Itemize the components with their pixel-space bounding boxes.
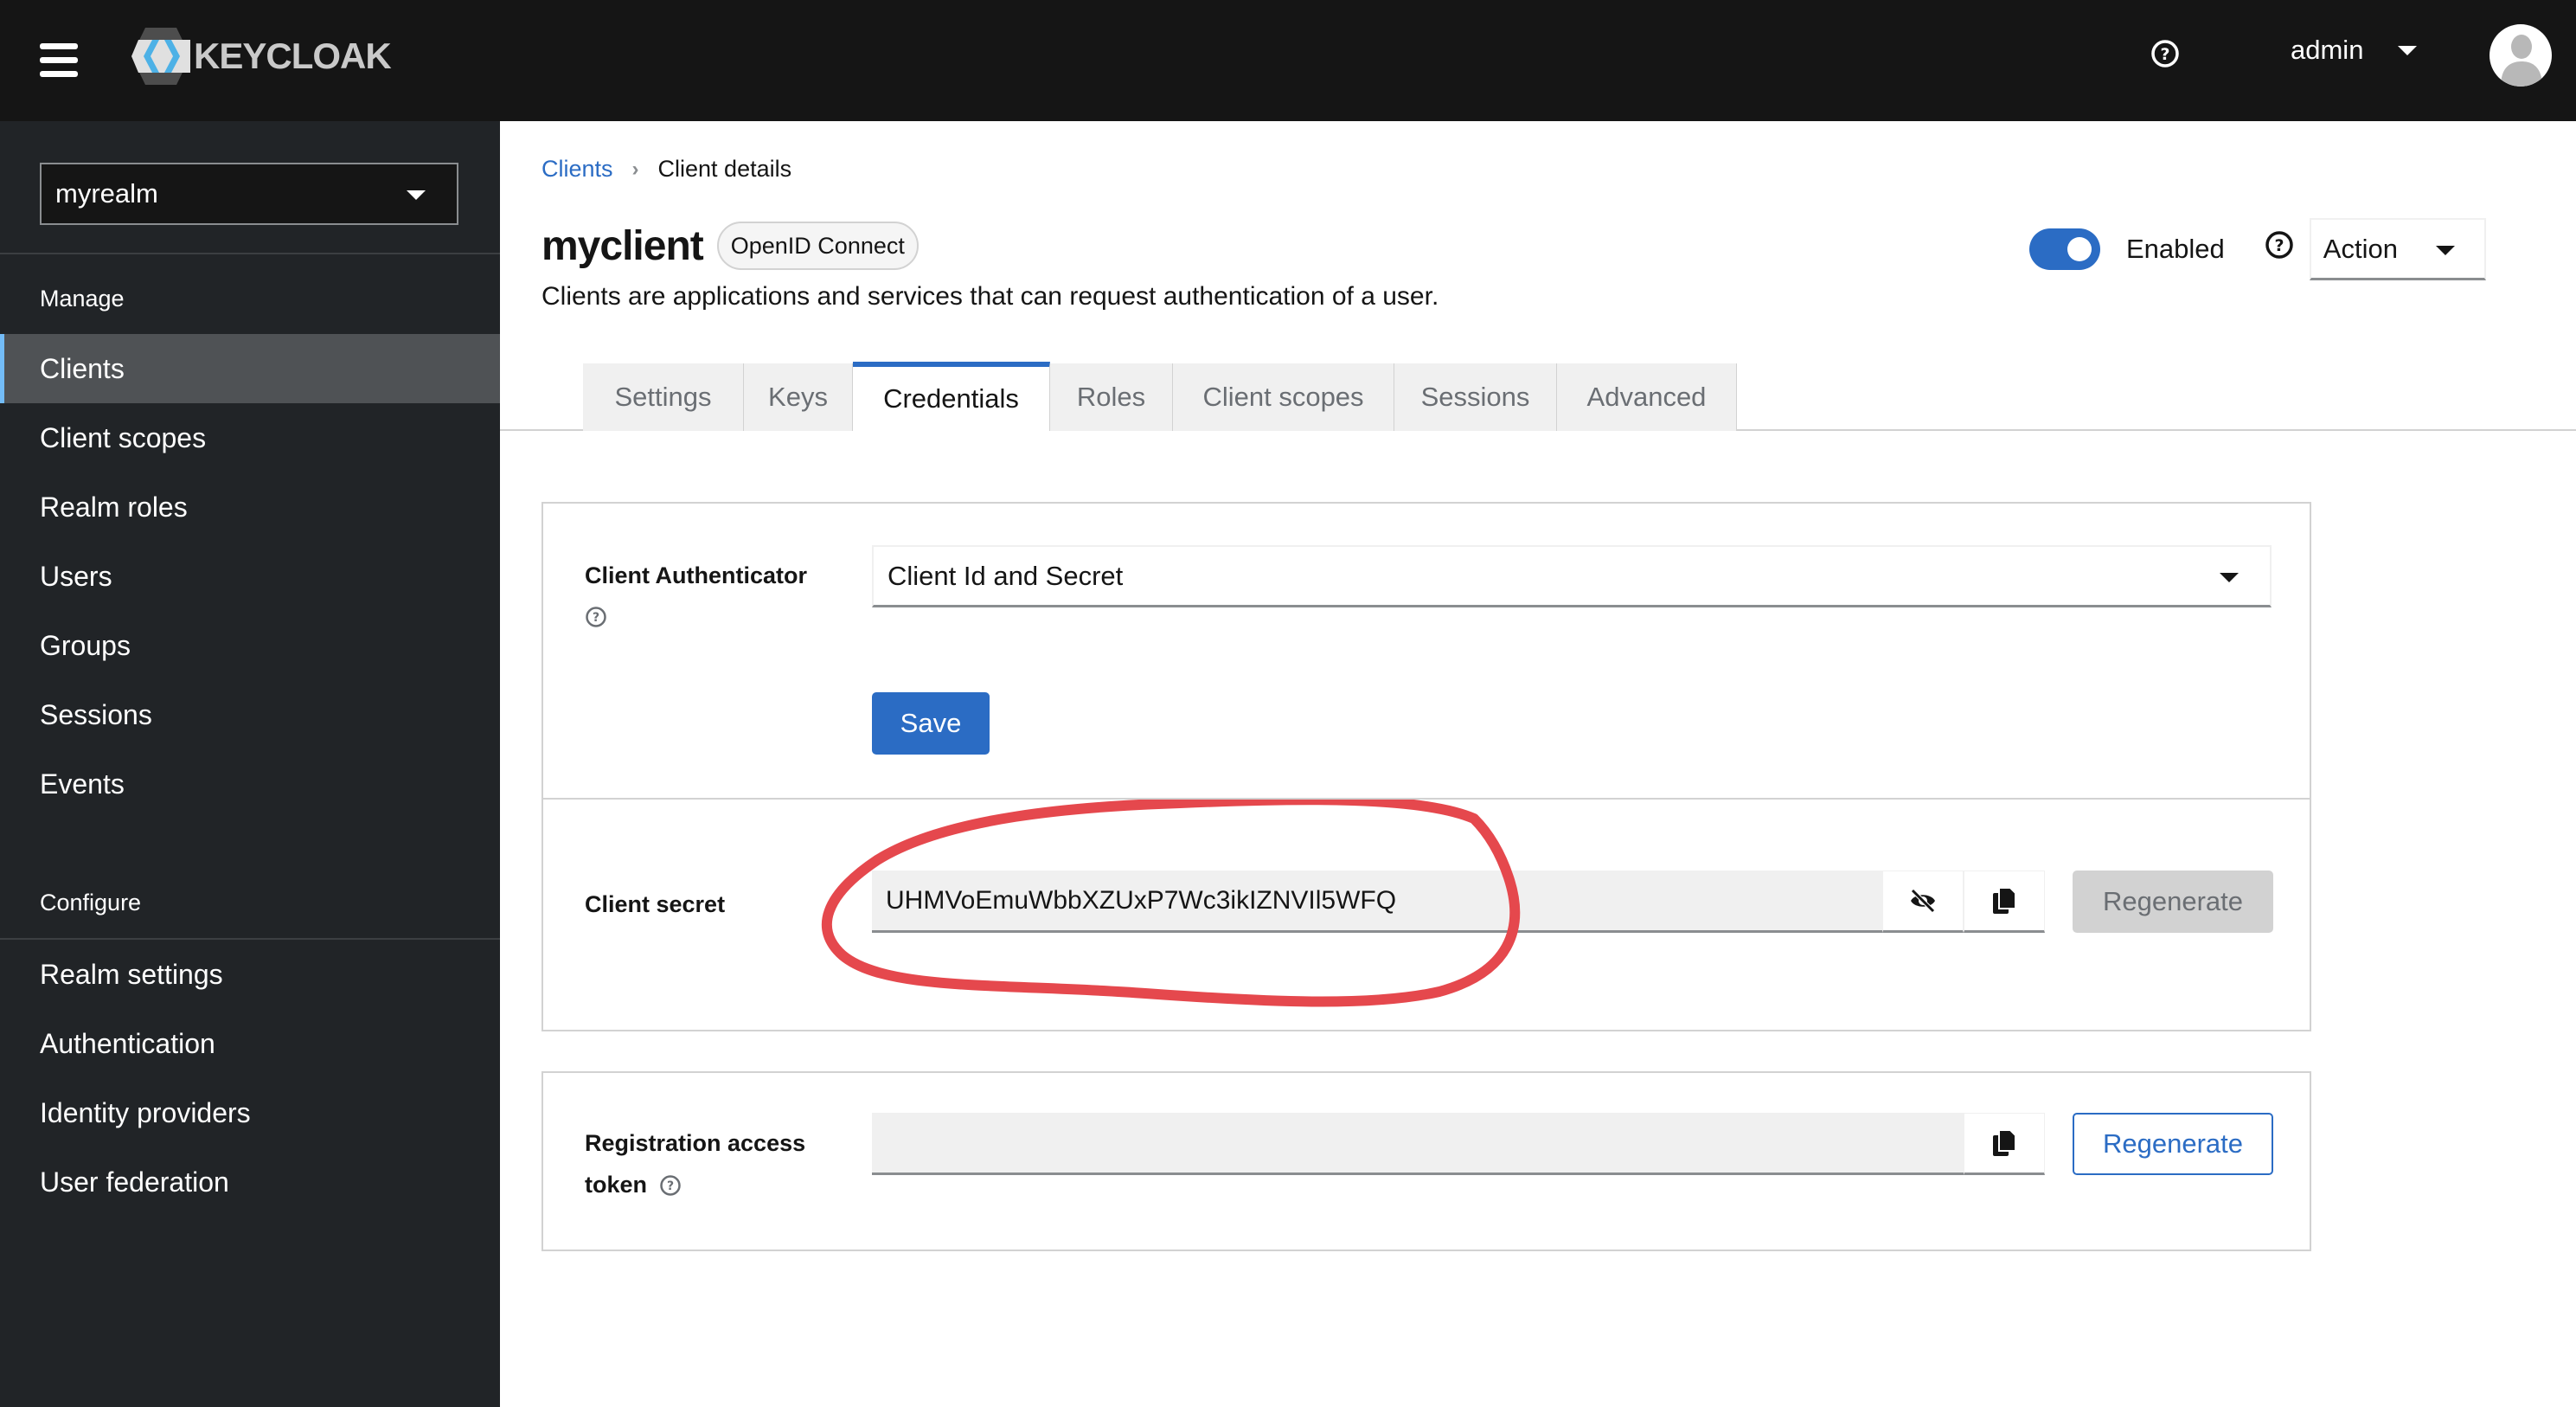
tab-roles[interactable]: Roles: [1050, 363, 1173, 431]
user-avatar-icon: [2501, 35, 2542, 87]
tab-sessions[interactable]: Sessions: [1394, 363, 1557, 431]
sidebar-item-user-federation[interactable]: User federation: [0, 1147, 500, 1217]
help-icon[interactable]: ?: [659, 1174, 682, 1197]
page-subtitle: Clients are applications and services th…: [541, 282, 1439, 311]
eye-slash-icon: [1911, 889, 1935, 913]
client-secret-label: Client secret: [585, 891, 726, 917]
breadcrumb-current: Client details: [657, 156, 792, 182]
registration-token-label: Registration access: [585, 1130, 806, 1156]
keycloak-logo-icon: [131, 28, 190, 85]
svg-text:?: ?: [667, 1179, 674, 1193]
regenerate-token-button[interactable]: Regenerate: [2073, 1113, 2273, 1175]
sidebar: myrealm Manage Clients Client scopes Rea…: [0, 121, 500, 1407]
sidebar-item-identity-providers[interactable]: Identity providers: [0, 1078, 500, 1147]
brand-name: KEYCLOAK: [194, 35, 392, 76]
header-actions: Enabled ? Action: [2029, 218, 2486, 280]
realm-name: myrealm: [55, 178, 158, 209]
sidebar-item-clients[interactable]: Clients: [0, 334, 500, 403]
enabled-label: Enabled: [2126, 234, 2225, 264]
save-button[interactable]: Save: [872, 692, 990, 755]
sidebar-item-realm-roles[interactable]: Realm roles: [0, 472, 500, 542]
client-secret-input[interactable]: UHMVoEmuWbbXZUxP7Wc3ikIZNVIl5WFQ: [872, 871, 1882, 933]
tab-settings[interactable]: Settings: [583, 363, 744, 431]
registration-token-label-text: token: [585, 1172, 648, 1198]
enabled-toggle[interactable]: [2029, 228, 2100, 270]
sidebar-divider: [0, 253, 500, 254]
help-icon[interactable]: ?: [2265, 230, 2294, 260]
copy-token-button[interactable]: [1964, 1113, 2045, 1175]
tab-client-scopes[interactable]: Client scopes: [1173, 363, 1394, 431]
copy-secret-button[interactable]: [1964, 871, 2045, 933]
user-name: admin: [2291, 35, 2364, 65]
help-icon[interactable]: ?: [585, 606, 607, 628]
sidebar-item-events[interactable]: Events: [0, 749, 500, 819]
user-dropdown[interactable]: admin: [2291, 35, 2418, 66]
copy-icon: [1993, 1129, 2016, 1156]
regenerate-secret-button[interactable]: Regenerate: [2073, 871, 2273, 933]
svg-text:?: ?: [593, 611, 599, 625]
chevron-down-icon: [2220, 573, 2239, 582]
main-content: Clients › Client details myclient OpenID…: [500, 121, 2576, 1407]
svg-text:?: ?: [2160, 45, 2169, 64]
help-icon[interactable]: ?: [2150, 39, 2180, 68]
copy-icon: [1993, 887, 2016, 914]
tab-advanced[interactable]: Advanced: [1557, 363, 1737, 431]
avatar[interactable]: [2489, 24, 2552, 87]
masthead: KEYCLOAK ? admin: [0, 0, 2576, 121]
client-authenticator-label: Client Authenticator: [585, 562, 808, 588]
chevron-right-icon: ›: [631, 157, 639, 181]
sidebar-item-sessions[interactable]: Sessions: [0, 680, 500, 749]
breadcrumb: Clients › Client details: [541, 156, 791, 183]
breadcrumb-clients-link[interactable]: Clients: [541, 156, 613, 183]
toggle-knob: [2067, 237, 2092, 261]
sidebar-item-client-scopes[interactable]: Client scopes: [0, 403, 500, 472]
sidebar-section-configure: Configure: [40, 890, 142, 916]
client-authenticator-select[interactable]: Client Id and Secret: [872, 545, 2272, 607]
credentials-card: Client Authenticator ? Client Id and Sec…: [541, 502, 2311, 1031]
tab-credentials[interactable]: Credentials: [853, 362, 1050, 431]
chevron-down-icon: [2435, 246, 2455, 255]
protocol-badge: OpenID Connect: [716, 222, 919, 270]
sidebar-item-authentication[interactable]: Authentication: [0, 1009, 500, 1078]
tab-bar: Settings Keys Credentials Roles Client s…: [500, 362, 2576, 431]
card-divider: [543, 798, 2310, 800]
sidebar-item-users[interactable]: Users: [0, 542, 500, 611]
page-title: myclient: [541, 222, 704, 269]
svg-text:?: ?: [2274, 236, 2284, 255]
chevron-down-icon: [2398, 45, 2418, 55]
tab-keys[interactable]: Keys: [744, 363, 853, 431]
sidebar-section-manage: Manage: [40, 286, 125, 312]
title-row: myclient OpenID Connect: [541, 222, 919, 270]
chevron-down-icon: [407, 190, 426, 200]
sidebar-item-groups[interactable]: Groups: [0, 611, 500, 680]
keycloak-logo[interactable]: KEYCLOAK: [130, 26, 392, 87]
toggle-visibility-button[interactable]: [1882, 871, 1964, 933]
registration-token-label-line2: token ?: [585, 1172, 682, 1198]
registration-token-card: Registration access token ? Regenerate: [541, 1071, 2311, 1251]
client-authenticator-value: Client Id and Secret: [888, 560, 1124, 591]
registration-token-input[interactable]: [872, 1113, 1964, 1175]
sidebar-item-realm-settings[interactable]: Realm settings: [0, 940, 500, 1009]
action-dropdown[interactable]: Action: [2309, 218, 2486, 280]
hamburger-menu-icon[interactable]: [40, 42, 78, 77]
realm-selector[interactable]: myrealm: [40, 163, 458, 225]
action-label: Action: [2323, 233, 2398, 264]
